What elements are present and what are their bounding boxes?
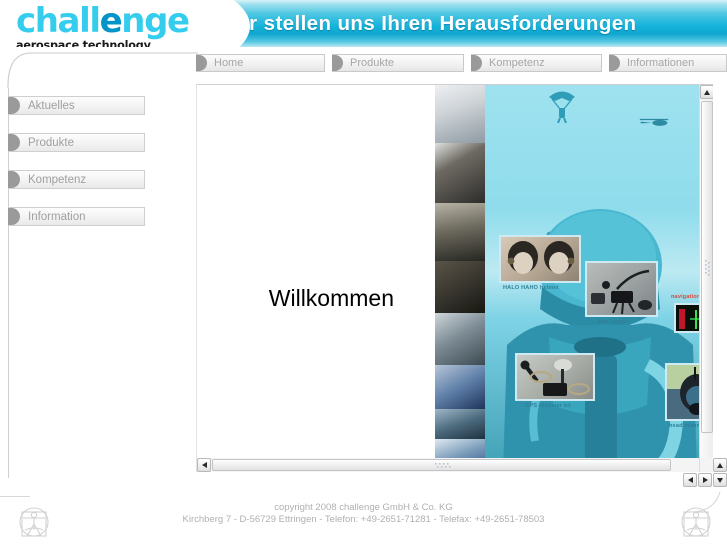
hscroll-left-button[interactable] xyxy=(197,458,211,472)
hscroll-thumb[interactable] xyxy=(212,459,671,471)
nav-tab-home[interactable]: Home xyxy=(196,54,325,72)
triangle-up-icon xyxy=(717,462,723,468)
triangle-right-icon xyxy=(702,477,708,483)
filmstrip-photo xyxy=(435,365,485,409)
inset-label-halo-haho-helmet: HALO HAHO helmet xyxy=(503,285,559,291)
filmstrip-photo xyxy=(435,143,485,203)
sidebar-item-aktuelles[interactable]: Aktuelles xyxy=(8,96,145,115)
logo-word-part2: e xyxy=(99,1,123,41)
nav-tab-label: Produkte xyxy=(350,57,395,69)
welcome-heading: Willkommen xyxy=(268,285,394,311)
filmstrip-photo xyxy=(435,261,485,313)
logo-wordmark: challenge xyxy=(16,4,216,38)
nav-tab-kompetenz[interactable]: Kompetenz xyxy=(471,54,602,72)
sidebar-item-label: Produkte xyxy=(28,136,75,149)
arrow-bullet-icon xyxy=(196,55,207,71)
inset-data-logger xyxy=(585,261,658,317)
product-collage-image: HALO HAHO helmet data logger navigation … xyxy=(435,85,713,472)
arrow-bullet-icon xyxy=(8,97,20,114)
inset-label-gps-repeater-kit: GPS repeater kit xyxy=(525,403,571,409)
triangle-left-icon xyxy=(201,462,207,468)
nav-tab-informationen[interactable]: Informationen xyxy=(609,54,727,72)
filmstrip-photo xyxy=(435,203,485,261)
nav-tab-produkte[interactable]: Produkte xyxy=(332,54,464,72)
sidebar-item-label: Information xyxy=(28,210,86,223)
triangle-down-icon xyxy=(717,477,723,483)
parachutist-figure-icon xyxy=(549,91,575,123)
page-root: Wir stellen uns Ihren Herausforderungen … xyxy=(0,0,727,545)
data-logger-photo xyxy=(591,269,652,315)
sidebar-item-kompetenz[interactable]: Kompetenz xyxy=(8,170,145,189)
inset-label-data-logger: data logger xyxy=(597,319,629,325)
helicopter-icon xyxy=(639,118,669,126)
nav-tab-label: Kompetenz xyxy=(489,57,545,69)
vscroll-up-button[interactable] xyxy=(700,85,713,99)
footer-rule xyxy=(0,496,30,497)
site-logo[interactable]: challenge aerospace technology xyxy=(16,4,216,47)
filmstrip-photo xyxy=(435,313,485,365)
sidebar-item-information[interactable]: Information xyxy=(8,207,145,226)
hscroll-outer-right-button[interactable] xyxy=(698,473,712,487)
filmstrip-photo xyxy=(435,85,485,143)
content-pane: Willkommen HALO HAHO helmet data logger … xyxy=(196,84,713,472)
nav-tab-label: Informationen xyxy=(627,57,695,69)
arrow-bullet-icon xyxy=(8,134,20,151)
arrow-bullet-icon xyxy=(8,171,20,188)
triangle-left-icon xyxy=(687,477,693,483)
arrow-bullet-icon xyxy=(8,208,20,225)
arrow-bullet-icon xyxy=(332,55,343,71)
gps-repeater-kit-photo xyxy=(520,359,590,396)
collage-filmstrip xyxy=(435,85,485,472)
logo-word-part1: chall xyxy=(16,1,101,41)
vscroll-outer-down-button[interactable] xyxy=(713,473,727,487)
horizontal-scrollbar[interactable] xyxy=(197,458,713,472)
top-navigation: Home Produkte Kompetenz Informationen xyxy=(196,54,727,72)
sidebar-item-label: Aktuelles xyxy=(28,99,75,112)
vscroll-thumb[interactable] xyxy=(701,101,713,433)
vitruvian-man-icon xyxy=(681,507,711,537)
filmstrip-photo xyxy=(435,409,485,439)
site-header: Wir stellen uns Ihren Herausforderungen … xyxy=(0,0,727,47)
vscroll-grip-icon xyxy=(705,260,710,276)
nav-tab-label: Home xyxy=(214,57,244,69)
sidebar-navigation: Aktuelles Produkte Kompetenz Information xyxy=(8,96,168,244)
arrow-bullet-icon xyxy=(609,55,620,71)
triangle-up-icon xyxy=(704,89,710,95)
vscroll-outer-up-button[interactable] xyxy=(713,458,727,472)
hscroll-outer-left-button[interactable] xyxy=(683,473,697,487)
footer-address: Kirchberg 7 - D-56729 Ettringen - Telefo… xyxy=(182,514,545,525)
helmet-pair-photo xyxy=(507,241,575,274)
header-curve-decoration xyxy=(7,52,198,88)
inset-halo-haho-helmet xyxy=(499,235,581,283)
collage-main-photo: HALO HAHO helmet data logger navigation … xyxy=(485,85,713,472)
content-frame: Willkommen HALO HAHO helmet data logger … xyxy=(196,84,727,487)
sidebar-item-produkte[interactable]: Produkte xyxy=(8,133,145,152)
inset-gps-repeater-kit xyxy=(515,353,595,401)
sidebar-item-label: Kompetenz xyxy=(28,173,87,186)
logo-word-part3: nge xyxy=(121,1,190,41)
vitruvian-man-icon xyxy=(19,507,49,537)
footer-copyright: copyright 2008 challenge GmbH & Co. KG xyxy=(274,502,453,513)
site-footer: copyright 2008 challenge GmbH & Co. KG K… xyxy=(0,491,727,545)
hscroll-grip-icon xyxy=(435,463,451,468)
arrow-bullet-icon xyxy=(471,55,482,71)
vertical-scrollbar[interactable] xyxy=(699,85,713,472)
